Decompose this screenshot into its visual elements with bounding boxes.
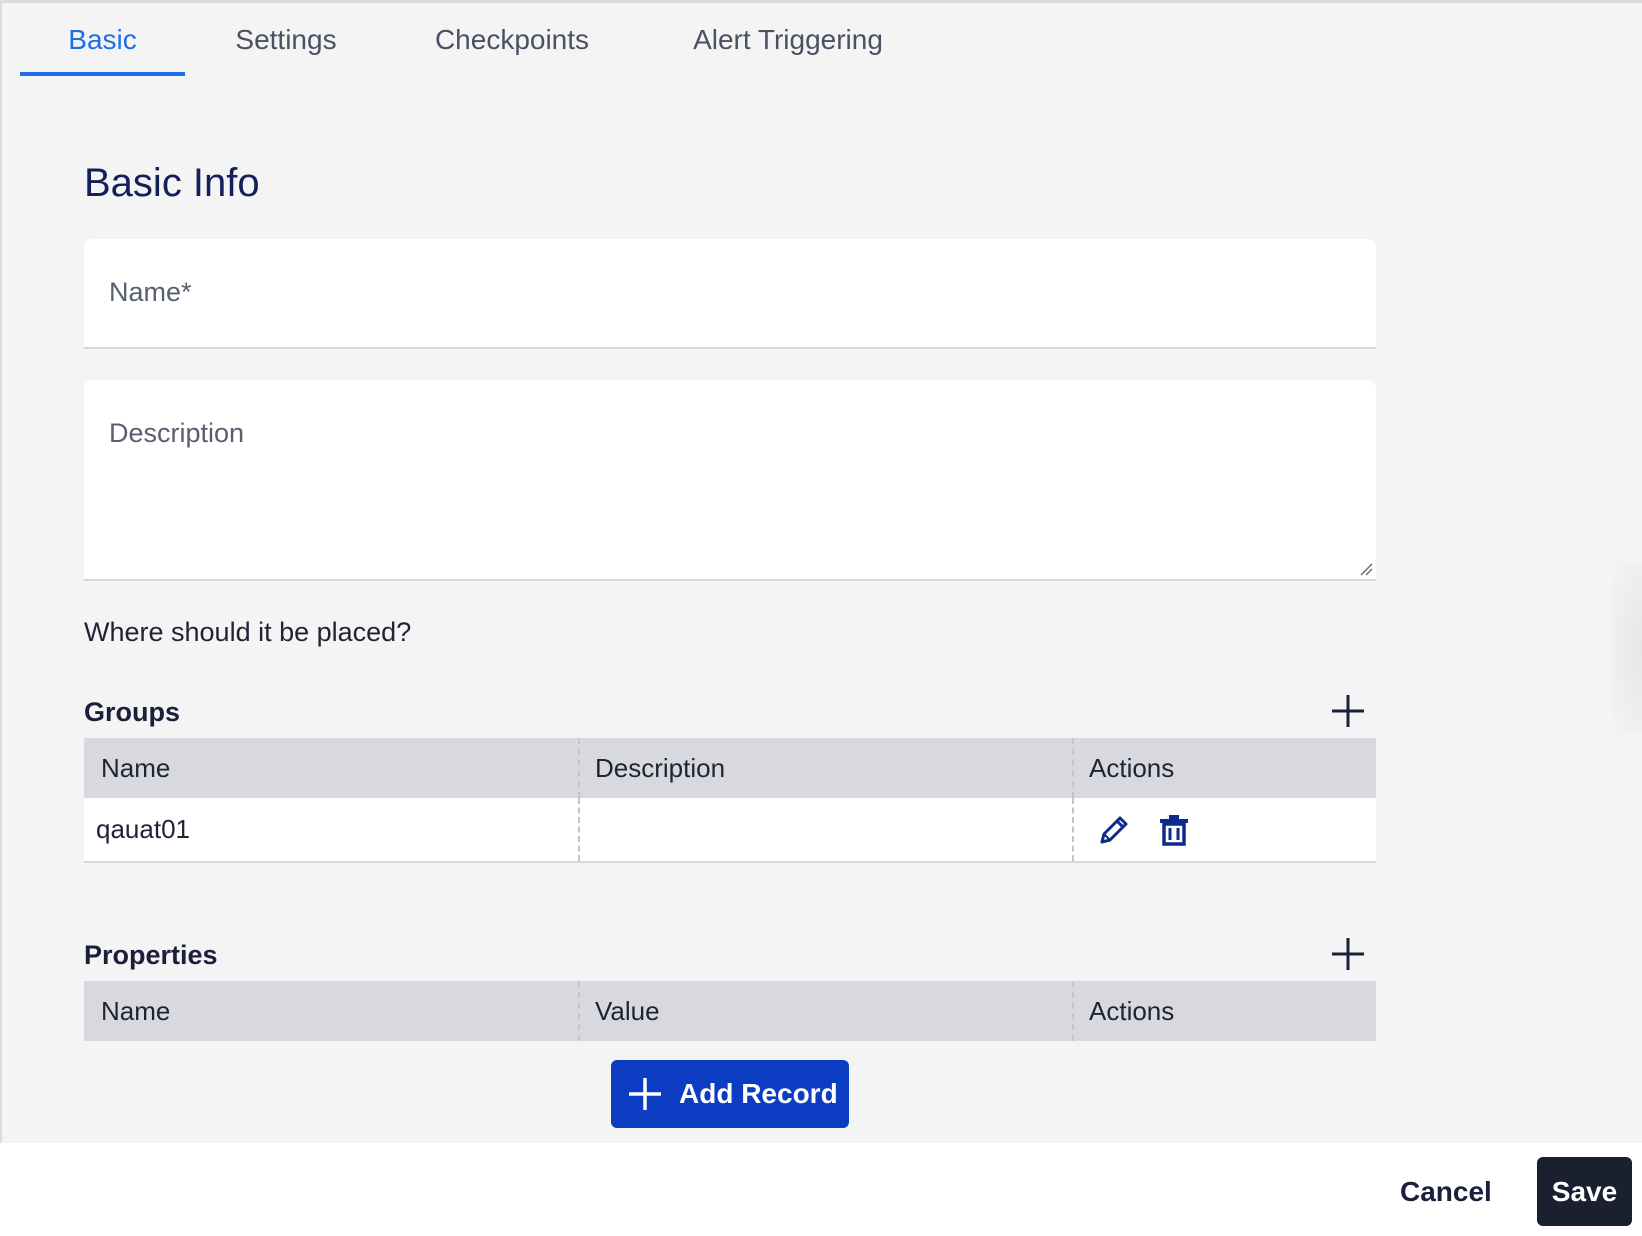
tab-basic[interactable]: Basic bbox=[20, 3, 185, 76]
groups-col-actions: Actions bbox=[1072, 738, 1376, 798]
add-property-plus-icon[interactable] bbox=[1330, 936, 1366, 972]
properties-table-header: Name Value Actions bbox=[84, 981, 1376, 1041]
save-button[interactable]: Save bbox=[1537, 1157, 1632, 1226]
groups-table-header: Name Description Actions bbox=[84, 738, 1376, 798]
tab-settings[interactable]: Settings bbox=[212, 3, 360, 76]
placement-question: Where should it be placed? bbox=[84, 617, 412, 647]
description-field[interactable]: Description bbox=[84, 380, 1376, 581]
properties-col-name: Name bbox=[101, 995, 171, 1026]
groups-title: Groups bbox=[84, 697, 181, 727]
monitor-form-panel: Basic Settings Checkpoints Alert Trigger… bbox=[0, 0, 1642, 1143]
description-field-label: Description bbox=[109, 418, 245, 448]
group-actions-cell bbox=[1072, 798, 1376, 861]
group-description-cell bbox=[578, 798, 1072, 861]
active-tab-indicator bbox=[20, 72, 185, 76]
group-name-cell: qauat01 bbox=[96, 814, 190, 844]
add-record-button[interactable]: Add Record bbox=[611, 1060, 849, 1128]
properties-col-actions: Actions bbox=[1072, 981, 1376, 1041]
tab-alert-triggering[interactable]: Alert Triggering bbox=[678, 3, 898, 76]
trash-icon[interactable] bbox=[1156, 812, 1192, 848]
section-title: Basic Info bbox=[84, 161, 260, 205]
pencil-icon[interactable] bbox=[1096, 812, 1132, 848]
groups-table: Name Description Actions qauat01 bbox=[84, 738, 1376, 863]
cancel-button[interactable]: Cancel bbox=[1400, 1168, 1492, 1216]
table-row: qauat01 bbox=[84, 798, 1376, 863]
properties-table: Name Value Actions bbox=[84, 981, 1376, 1041]
name-field[interactable]: Name* bbox=[84, 239, 1376, 349]
add-group-plus-icon[interactable] bbox=[1330, 693, 1366, 729]
add-record-label: Add Record bbox=[679, 1078, 838, 1109]
name-field-label: Name* bbox=[109, 277, 192, 307]
scroll-shadow bbox=[1612, 563, 1642, 733]
resize-handle-icon[interactable] bbox=[1359, 562, 1373, 576]
groups-col-description: Description bbox=[578, 738, 1072, 798]
plus-icon bbox=[629, 1078, 661, 1110]
tab-checkpoints[interactable]: Checkpoints bbox=[422, 3, 602, 76]
properties-col-value: Value bbox=[578, 981, 1072, 1041]
properties-title: Properties bbox=[84, 940, 218, 970]
groups-col-name: Name bbox=[101, 752, 171, 783]
